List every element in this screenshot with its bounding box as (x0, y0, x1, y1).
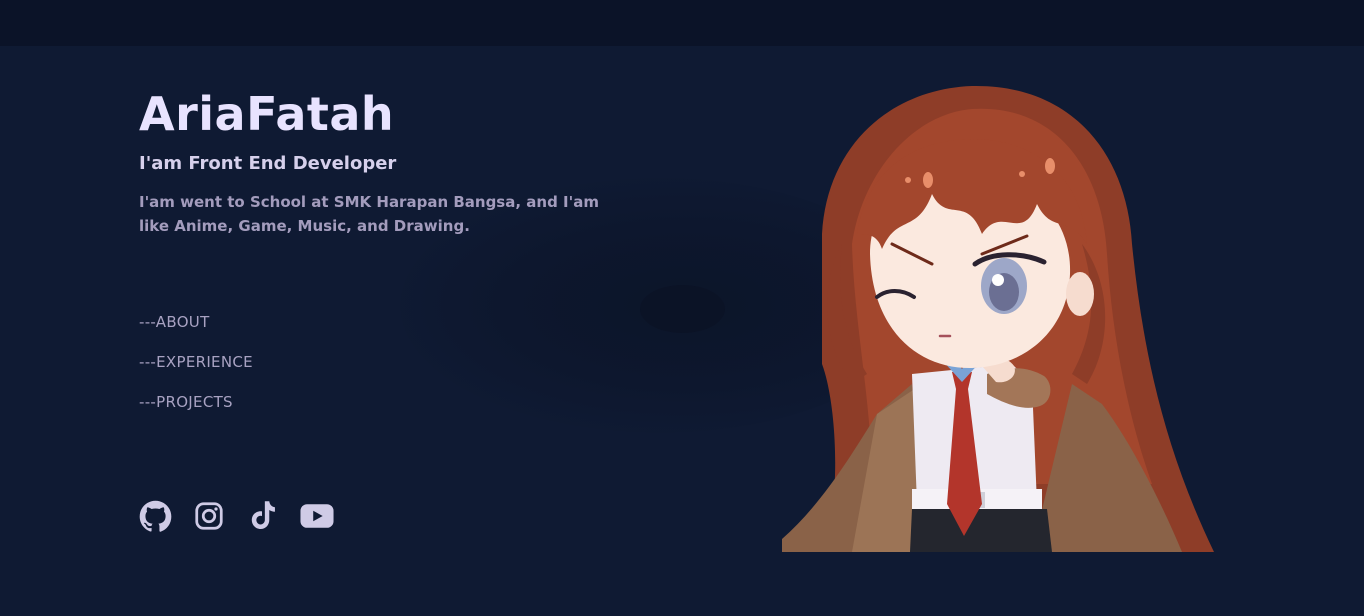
bio-text: I'am went to School at SMK Harapan Bangs… (139, 193, 599, 235)
nav-projects-link[interactable]: ---PROJECTS (139, 392, 253, 432)
instagram-icon (195, 502, 223, 530)
youtube-link[interactable] (300, 499, 334, 533)
nav-experience-link[interactable]: ---EXPERIENCE (139, 352, 253, 392)
background-shape-inner (640, 285, 725, 333)
tiktok-link[interactable] (246, 499, 280, 533)
github-icon (139, 500, 171, 532)
tiktok-icon (251, 501, 275, 530)
nav-about-link[interactable]: ---ABOUT (139, 312, 253, 352)
section-nav: ---ABOUT ---EXPERIENCE ---PROJECTS (139, 312, 253, 432)
page-title: AriaFatah (139, 87, 395, 141)
role-subtitle: I'am Front End Developer (139, 153, 397, 174)
anime-character-illustration (782, 85, 1214, 552)
hero-text: AriaFatah I'am Front End Developer I'am … (139, 86, 659, 238)
social-links (138, 499, 334, 533)
github-link[interactable] (138, 499, 172, 533)
youtube-icon (300, 504, 334, 528)
instagram-link[interactable] (192, 499, 226, 533)
top-bar (0, 0, 1364, 46)
